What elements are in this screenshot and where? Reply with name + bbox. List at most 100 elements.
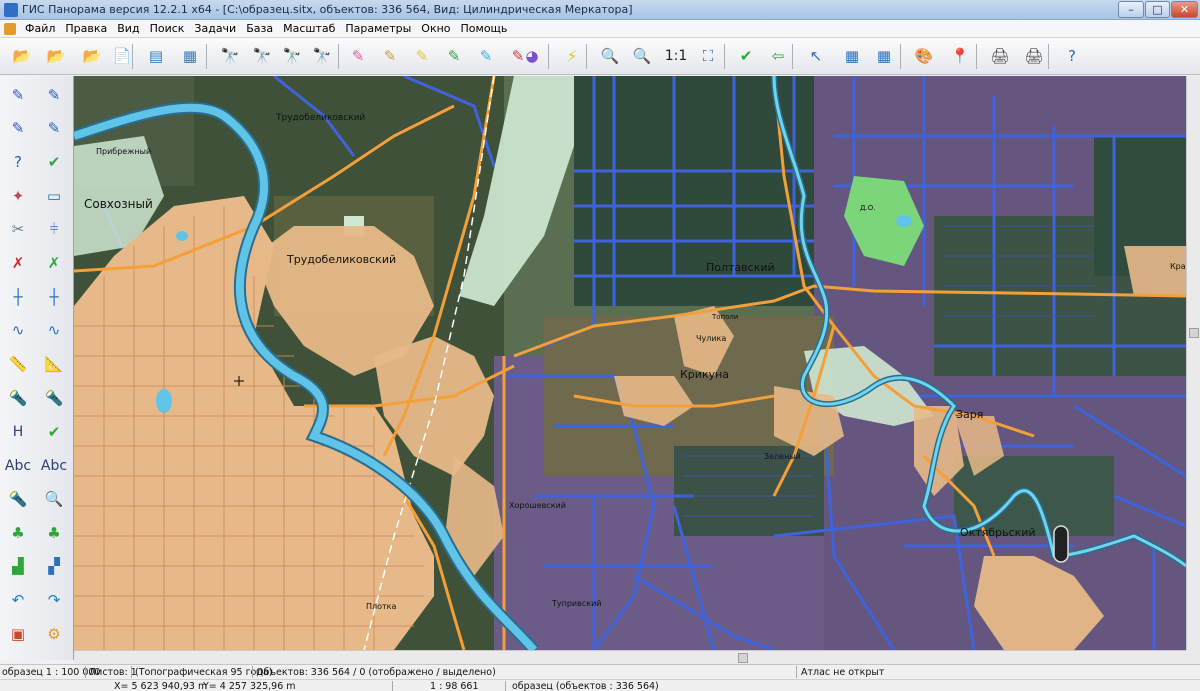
binoculars-button[interactable]: 🔭 — [216, 42, 244, 70]
vertical-scroll-thumb[interactable] — [1189, 328, 1199, 338]
layer-properties-button[interactable]: ▦ — [176, 42, 204, 70]
highlight-clear-button[interactable]: ✎ — [376, 42, 404, 70]
horizontal-scroll-thumb[interactable] — [738, 653, 748, 663]
menu-tasks[interactable]: Задачи — [189, 22, 241, 36]
menu-search[interactable]: Поиск — [145, 22, 190, 36]
status-sheets: Листов: 1 — [89, 667, 137, 678]
label-oktyabrsky: Октябрьский — [960, 526, 1036, 539]
text-edit-tool[interactable]: Abc — [38, 451, 70, 481]
highlight-pink-button[interactable]: ✎ — [344, 42, 372, 70]
vertex-line-icon: ┼ — [13, 287, 23, 306]
close-button[interactable]: ✕ — [1171, 1, 1198, 18]
draw-points-tool[interactable]: ✎ — [2, 114, 34, 144]
gear-tool[interactable]: ⚙ — [38, 619, 70, 649]
split-tool[interactable]: ⫩ — [38, 215, 70, 245]
binoculars-text-button[interactable]: 🔭 — [248, 42, 276, 70]
curve-tool[interactable]: ∿ — [2, 316, 34, 346]
menu-parameters[interactable]: Параметры — [340, 22, 416, 36]
menu-edit[interactable]: Правка — [60, 22, 112, 36]
help-draw-icon: ? — [14, 152, 22, 171]
coordinates-bar: X= 5 623 940,93 m Y= 4 257 325,96 m 1 : … — [0, 679, 1200, 691]
menu-file[interactable]: Файл — [20, 22, 60, 36]
menu-view[interactable]: Вид — [112, 22, 144, 36]
draw-points-icon: ✎ — [11, 119, 25, 138]
check-draw-tool[interactable]: ✔ — [38, 147, 70, 177]
zoom-extent-button[interactable]: ⛶ — [694, 42, 722, 70]
compass-tool[interactable]: ✦ — [2, 181, 34, 211]
open-data-button[interactable]: 📂 — [42, 42, 70, 70]
image-tool[interactable]: ▣ — [2, 619, 34, 649]
back-arrow-button[interactable]: ⇦ — [764, 42, 792, 70]
toolbar-separator — [132, 44, 133, 69]
redo-arrow-tool[interactable]: ↷ — [38, 586, 70, 616]
measure-icon: 📐 — [44, 355, 64, 374]
delete-object-tool[interactable]: ✗ — [38, 249, 70, 279]
tree-check-tool[interactable]: ♣ — [38, 518, 70, 548]
flashlight-grid-tool[interactable]: 🔦 — [38, 383, 70, 413]
text-label-tool[interactable]: Abc — [2, 451, 34, 481]
map-canvas[interactable]: Трудобеликовский Прибрежный Совхозный Тр… — [74, 76, 1186, 650]
lightning-button[interactable]: ⚡ — [558, 42, 586, 70]
ruler-tool[interactable]: 📏 — [2, 350, 34, 380]
color-palette-button[interactable]: ◕ — [518, 42, 546, 70]
height-tool[interactable]: H — [2, 417, 34, 447]
menu-scale[interactable]: Масштаб — [278, 22, 340, 36]
curve-node-tool[interactable]: ∿ — [38, 316, 70, 346]
transform-tool[interactable]: ▞ — [38, 552, 70, 582]
binoculars-more-button[interactable]: 🔭 — [278, 42, 306, 70]
vertex-line-tool[interactable]: ┼ — [2, 282, 34, 312]
draw-line-edit-tool[interactable]: ✎ — [38, 80, 70, 110]
print-button[interactable]: 🖨 — [986, 42, 1014, 70]
open-folder-world-button[interactable]: 📂 — [78, 42, 106, 70]
map-view[interactable]: Трудобеликовский Прибрежный Совхозный Тр… — [74, 76, 1186, 650]
stairs-icon: ▟ — [12, 557, 24, 576]
print-icon: 🖨 — [990, 46, 1010, 65]
scissors-tool[interactable]: ✂ — [2, 215, 34, 245]
zoom-in-button[interactable]: 🔍 — [628, 42, 656, 70]
open-folder-button[interactable]: 📂 — [8, 42, 36, 70]
help-draw-tool[interactable]: ? — [2, 147, 34, 177]
undo-arrow-tool[interactable]: ↶ — [2, 586, 34, 616]
table-text-button[interactable]: ▦ — [870, 42, 898, 70]
document-menu-icon[interactable] — [4, 23, 16, 35]
maximize-button[interactable]: □ — [1145, 1, 1170, 18]
draw-line-tool[interactable]: ✎ — [2, 80, 34, 110]
flashlight-tool[interactable]: 🔦 — [2, 484, 34, 514]
highlight-add-button[interactable]: ✎ — [440, 42, 468, 70]
undo-arrow-icon: ↶ — [11, 591, 25, 609]
table-select-button[interactable]: ▦ — [838, 42, 866, 70]
measure-tool[interactable]: 📐 — [38, 350, 70, 380]
minimize-button[interactable]: – — [1118, 1, 1144, 18]
horizontal-scrollbar[interactable] — [74, 650, 1186, 664]
zoom-search-tool[interactable]: 🔍 — [38, 484, 70, 514]
check-bracket-tool[interactable]: ✔ — [38, 417, 70, 447]
stairs-tool[interactable]: ▟ — [2, 552, 34, 582]
scale-1-1-button[interactable]: 1:1 — [662, 42, 690, 70]
help-pointer-button[interactable]: ? — [1058, 42, 1086, 70]
print-preview-button[interactable]: 🖨 — [1020, 42, 1048, 70]
transform-icon: ▞ — [48, 557, 60, 576]
layers-button[interactable]: ▤ — [142, 42, 170, 70]
toolbar-separator — [792, 44, 793, 69]
paint-button[interactable]: 🎨 — [910, 42, 938, 70]
route-pin-button[interactable]: 📍 — [946, 42, 974, 70]
highlight-cyan-button[interactable]: ✎ — [472, 42, 500, 70]
vertex-branch-tool[interactable]: ┼ — [38, 282, 70, 312]
binoculars-gray-button[interactable]: 🔭 — [308, 42, 336, 70]
rectangle-select-tool[interactable]: ▭ — [38, 181, 70, 211]
tree-tool[interactable]: ♣ — [2, 518, 34, 548]
highlight-yellow-button[interactable]: ✎ — [408, 42, 436, 70]
scroll-corner — [1186, 650, 1200, 664]
menu-help[interactable]: Помощь — [456, 22, 513, 36]
pointer-button[interactable]: ↖ — [802, 42, 830, 70]
draw-polyline-tool[interactable]: ✎ — [38, 114, 70, 144]
menu-database[interactable]: База — [241, 22, 278, 36]
zoom-out-button[interactable]: 🔍 — [596, 42, 624, 70]
delete-x-tool[interactable]: ✗ — [2, 249, 34, 279]
flashlight-text-tool[interactable]: 🔦 — [2, 383, 34, 413]
vertical-scrollbar[interactable] — [1186, 76, 1200, 650]
checkmark-button[interactable]: ✔ — [732, 42, 760, 70]
help-pointer-icon: ? — [1068, 46, 1076, 65]
menu-window[interactable]: Окно — [416, 22, 455, 36]
label-krikuna: Крикуна — [680, 368, 729, 381]
